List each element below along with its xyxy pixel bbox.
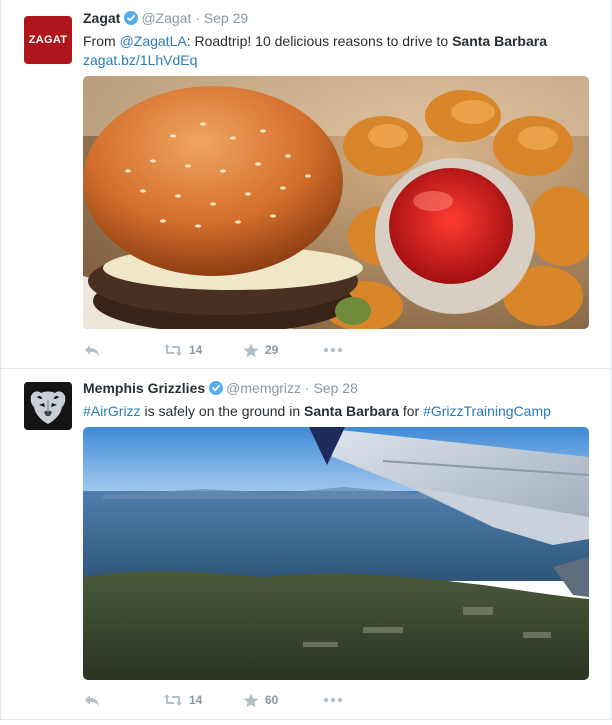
text-segment: for: [398, 403, 424, 419]
more-icon: [323, 347, 343, 353]
star-icon: [243, 343, 259, 357]
url-link[interactable]: zagat.bz/1LhVdEq: [83, 52, 197, 68]
tweet-memphis-grizzlies[interactable]: Memphis Grizzlies @memgrizz · Sep 28 #Air…: [0, 369, 612, 720]
verified-badge-icon: [124, 11, 139, 30]
mention-link[interactable]: @ZagatLA: [120, 33, 187, 49]
separator-dot: ·: [304, 380, 310, 396]
star-icon: [243, 693, 259, 707]
text-segment: is safely on the ground in: [140, 403, 304, 419]
tweet-actions: 14 29: [83, 340, 343, 360]
airplane-window-photo: [83, 427, 589, 680]
reply-button[interactable]: [83, 343, 163, 357]
place-text: Santa Barbara: [304, 403, 399, 419]
tweet-text: From @ZagatLA: Roadtrip! 10 delicious re…: [83, 32, 587, 70]
account-handle[interactable]: @Zagat: [141, 10, 191, 26]
reply-icon: [85, 695, 99, 706]
verified-badge-icon: [209, 381, 224, 400]
more-button[interactable]: [323, 697, 343, 703]
retweet-count: 14: [189, 693, 203, 707]
tweet-actions: 14 60: [83, 690, 343, 710]
tweet-text: #AirGrizz is safely on the ground in San…: [83, 402, 587, 421]
favorite-count: 29: [265, 343, 279, 357]
favorite-button[interactable]: 60: [243, 693, 323, 708]
tweet-header: Zagat @Zagat · Sep 29: [83, 9, 587, 30]
tweet-photo-airplane-view[interactable]: [83, 427, 589, 680]
burger-photo: [83, 76, 589, 329]
grizzlies-logo-icon: [24, 382, 72, 430]
retweet-icon: [164, 694, 182, 706]
avatar-zagat[interactable]: ZAGAT: [24, 16, 72, 64]
retweet-button[interactable]: 14: [163, 343, 243, 357]
more-button[interactable]: [323, 347, 343, 353]
favorite-count: 60: [265, 693, 279, 707]
tweet-photo-burger[interactable]: [83, 76, 589, 329]
text-segment: : Roadtrip! 10 delicious reasons to driv…: [186, 33, 453, 49]
hashtag-link[interactable]: #AirGrizz: [83, 403, 141, 419]
place-text: Santa Barbara: [452, 33, 548, 49]
tweet-header: Memphis Grizzlies @memgrizz · Sep 28: [83, 379, 587, 400]
account-handle[interactable]: @memgrizz: [226, 380, 301, 396]
tweet-zagat[interactable]: ZAGAT Zagat @Zagat · Sep 29 From @ZagatLA…: [0, 0, 612, 369]
tweet-timestamp[interactable]: Sep 29: [204, 10, 248, 26]
reply-button[interactable]: [83, 693, 163, 707]
retweet-button[interactable]: 14: [163, 693, 243, 707]
avatar-memphis-grizzlies[interactable]: [24, 382, 72, 430]
reply-icon: [85, 345, 99, 356]
text-segment: From: [83, 33, 120, 49]
timeline: ZAGAT Zagat @Zagat · Sep 29 From @ZagatLA…: [0, 0, 612, 725]
more-icon: [323, 697, 343, 703]
retweet-icon: [164, 344, 182, 356]
tweet-timestamp[interactable]: Sep 28: [314, 380, 358, 396]
favorite-button[interactable]: 29: [243, 343, 323, 358]
zagat-logo: ZAGAT: [28, 34, 68, 46]
account-name[interactable]: Zagat: [83, 10, 120, 26]
retweet-count: 14: [189, 343, 203, 357]
account-name[interactable]: Memphis Grizzlies: [83, 380, 205, 396]
hashtag-link[interactable]: #GrizzTrainingCamp: [423, 403, 551, 419]
separator-dot: ·: [195, 10, 200, 26]
